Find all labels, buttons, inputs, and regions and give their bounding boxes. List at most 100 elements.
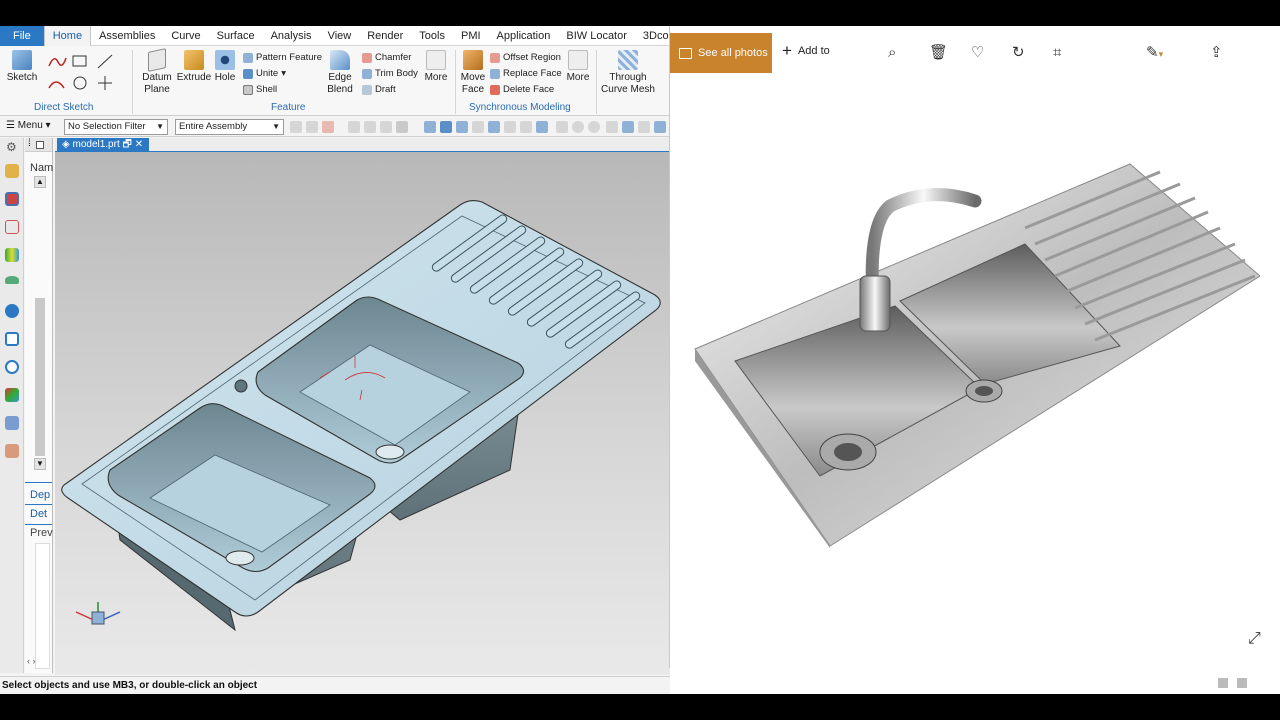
web-browser-icon[interactable] bbox=[5, 304, 19, 318]
navigator-scrollbar[interactable] bbox=[35, 298, 45, 456]
selection-tool-icon[interactable] bbox=[380, 121, 392, 133]
history-icon[interactable] bbox=[5, 332, 19, 346]
shell-button[interactable]: Shell bbox=[243, 84, 277, 95]
assembly-scope-dropdown[interactable]: Entire Assembly ▼ bbox=[175, 119, 284, 135]
feature-more-button[interactable]: More bbox=[422, 50, 450, 84]
status-icon[interactable] bbox=[1218, 678, 1228, 688]
menu-button[interactable]: ☰ Menu ▾ bbox=[6, 120, 51, 131]
scroll-down-button[interactable]: ▼ bbox=[34, 458, 46, 470]
rotate-icon[interactable]: ↻ bbox=[1012, 45, 1025, 60]
expand-fullscreen-icon[interactable]: ⤢ bbox=[1248, 630, 1261, 648]
tab-biw-locator[interactable]: BIW Locator bbox=[558, 26, 635, 46]
snap-point-icon[interactable] bbox=[638, 121, 650, 133]
selection-tool-icon[interactable] bbox=[440, 121, 452, 133]
chevron-left-icon: ‹ bbox=[27, 656, 30, 666]
see-all-photos-button[interactable]: See all photos bbox=[670, 33, 772, 73]
pattern-feature-button[interactable]: Pattern Feature bbox=[243, 52, 322, 63]
tab-surface[interactable]: Surface bbox=[209, 26, 263, 46]
constraint-navigator-icon[interactable] bbox=[5, 192, 19, 206]
sketch-curve-tools[interactable] bbox=[46, 52, 122, 96]
model-document-tab[interactable]: ◈ model1.prt 🗗 ✕ bbox=[57, 138, 150, 152]
draft-button[interactable]: Draft bbox=[362, 84, 396, 95]
snap-point-icon[interactable] bbox=[504, 121, 516, 133]
delete-face-button[interactable]: Delete Face bbox=[490, 84, 554, 95]
tab-application[interactable]: Application bbox=[489, 26, 559, 46]
tab-3dconnexion[interactable]: 3Dconne bbox=[635, 26, 670, 46]
selection-tool-icon[interactable] bbox=[306, 121, 318, 133]
edit-create-icon[interactable]: ✎▾ bbox=[1146, 45, 1163, 61]
reuse-library-icon[interactable] bbox=[5, 248, 19, 262]
move-face-button[interactable]: Move Face bbox=[458, 50, 488, 96]
pin-icon[interactable]: ⁞ bbox=[28, 138, 31, 149]
add-to-button[interactable]: + Add to bbox=[782, 42, 830, 59]
clock-icon[interactable] bbox=[5, 360, 19, 374]
status-icon[interactable] bbox=[1237, 678, 1248, 688]
hole-button[interactable]: Hole bbox=[212, 50, 238, 84]
chamfer-button[interactable]: Chamfer bbox=[362, 52, 411, 63]
snap-point-icon[interactable] bbox=[572, 121, 584, 133]
system-materials-icon[interactable] bbox=[5, 388, 19, 402]
selection-tool-icon[interactable] bbox=[290, 121, 302, 133]
tab-file[interactable]: File bbox=[0, 26, 44, 46]
preview-panel-header[interactable]: Prev bbox=[30, 527, 53, 539]
snap-point-icon[interactable] bbox=[622, 121, 634, 133]
tab-view[interactable]: View bbox=[320, 26, 360, 46]
delete-icon[interactable]: 🗑 bbox=[929, 45, 948, 60]
tab-assemblies[interactable]: Assemblies bbox=[91, 26, 163, 46]
process-studio-icon[interactable] bbox=[5, 416, 19, 430]
snap-point-icon[interactable] bbox=[556, 121, 568, 133]
tab-pmi[interactable]: PMI bbox=[453, 26, 489, 46]
restore-icon[interactable]: 🗗 bbox=[123, 139, 132, 150]
circle-icon bbox=[73, 76, 87, 90]
tab-analysis[interactable]: Analysis bbox=[263, 26, 320, 46]
scroll-up-button[interactable]: ▲ bbox=[34, 176, 46, 188]
zoom-icon[interactable]: ⌕ bbox=[888, 45, 896, 60]
extrude-button[interactable]: Extrude bbox=[176, 50, 212, 84]
trim-body-button[interactable]: Trim Body bbox=[362, 68, 418, 79]
maximize-icon[interactable] bbox=[36, 141, 44, 149]
through-curve-mesh-button[interactable]: Through Curve Mesh bbox=[600, 50, 656, 96]
share-icon[interactable]: ⇪ bbox=[1210, 45, 1223, 60]
assembly-navigator-icon[interactable] bbox=[5, 164, 19, 178]
details-panel-header[interactable]: Det bbox=[30, 508, 47, 520]
tab-render[interactable]: Render bbox=[359, 26, 411, 46]
graphics-window[interactable] bbox=[55, 152, 670, 675]
part-navigator-icon[interactable] bbox=[5, 220, 19, 234]
scroll-left-right[interactable]: ‹ › bbox=[27, 656, 36, 666]
tab-home[interactable]: Home bbox=[43, 26, 92, 46]
unite-dropdown-icon[interactable]: ▾ bbox=[281, 68, 286, 79]
snap-point-icon[interactable] bbox=[654, 121, 666, 133]
unite-button[interactable]: Unite ▾ bbox=[243, 68, 286, 79]
edge-blend-button[interactable]: Edge Blend bbox=[322, 50, 358, 96]
crop-icon[interactable]: ⌗ bbox=[1053, 45, 1061, 60]
offset-region-button[interactable]: Offset Region bbox=[490, 52, 561, 63]
sketch-button[interactable]: Sketch bbox=[6, 50, 38, 84]
snap-point-icon[interactable] bbox=[472, 121, 484, 133]
sync-more-button[interactable]: More bbox=[564, 50, 592, 84]
tab-curve[interactable]: Curve bbox=[163, 26, 208, 46]
snap-point-icon[interactable] bbox=[588, 121, 600, 133]
snap-point-icon[interactable] bbox=[520, 121, 532, 133]
snap-point-icon[interactable] bbox=[488, 121, 500, 133]
selection-tool-icon[interactable] bbox=[424, 121, 436, 133]
selection-tool-icon[interactable] bbox=[348, 121, 360, 133]
close-icon[interactable]: ✕ bbox=[135, 139, 143, 150]
selection-tool-icon[interactable] bbox=[322, 121, 334, 133]
snap-point-icon[interactable] bbox=[606, 121, 618, 133]
selection-tool-icon[interactable] bbox=[364, 121, 376, 133]
gear-icon[interactable]: ⚙ bbox=[6, 140, 17, 154]
snap-point-icon[interactable] bbox=[536, 121, 548, 133]
selection-tool-icon[interactable] bbox=[396, 121, 408, 133]
replace-face-button[interactable]: Replace Face bbox=[490, 68, 562, 79]
tab-tools[interactable]: Tools bbox=[411, 26, 453, 46]
name-column-header[interactable]: Nam bbox=[30, 162, 53, 174]
roles-icon[interactable] bbox=[5, 444, 19, 458]
nx-cad-window: File Home Assemblies Curve Surface Analy… bbox=[0, 26, 670, 694]
sink-3d-model[interactable] bbox=[55, 152, 670, 675]
datum-plane-button[interactable]: Datum Plane bbox=[140, 48, 174, 96]
selection-tool-icon[interactable] bbox=[456, 121, 468, 133]
selection-filter-dropdown[interactable]: No Selection Filter ▼ bbox=[64, 119, 168, 135]
favorite-heart-icon[interactable]: ♡ bbox=[971, 45, 984, 60]
dependencies-panel-header[interactable]: Dep bbox=[30, 489, 50, 501]
hd3d-tools-icon[interactable] bbox=[5, 276, 19, 284]
